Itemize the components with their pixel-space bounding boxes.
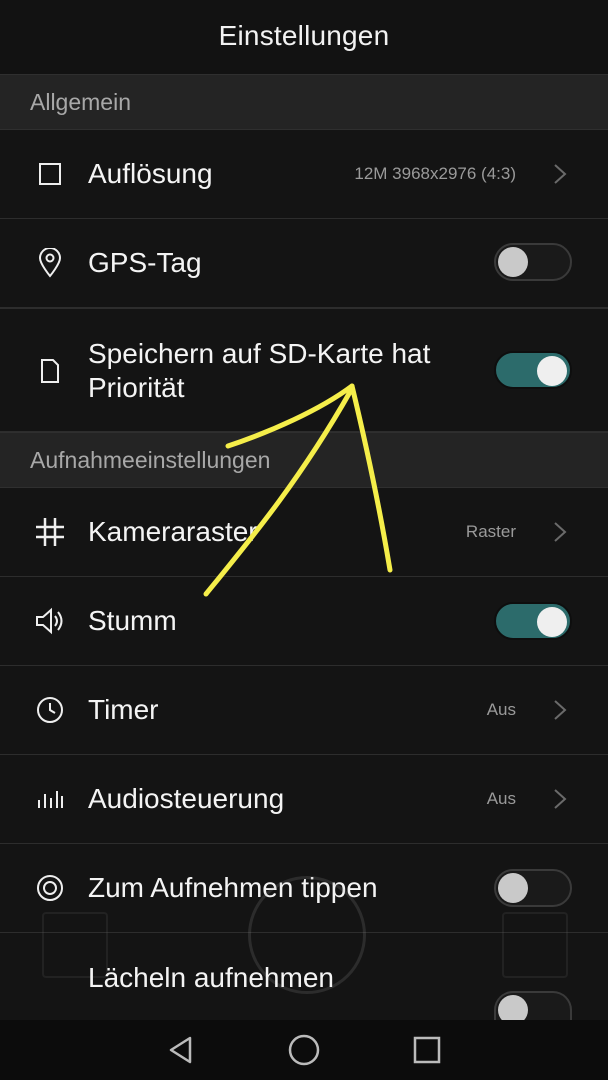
home-icon[interactable] bbox=[284, 1030, 324, 1070]
annotation-arrow bbox=[203, 383, 393, 597]
back-icon[interactable] bbox=[161, 1030, 201, 1070]
recents-icon[interactable] bbox=[407, 1030, 447, 1070]
navigation-bar bbox=[0, 1020, 608, 1080]
